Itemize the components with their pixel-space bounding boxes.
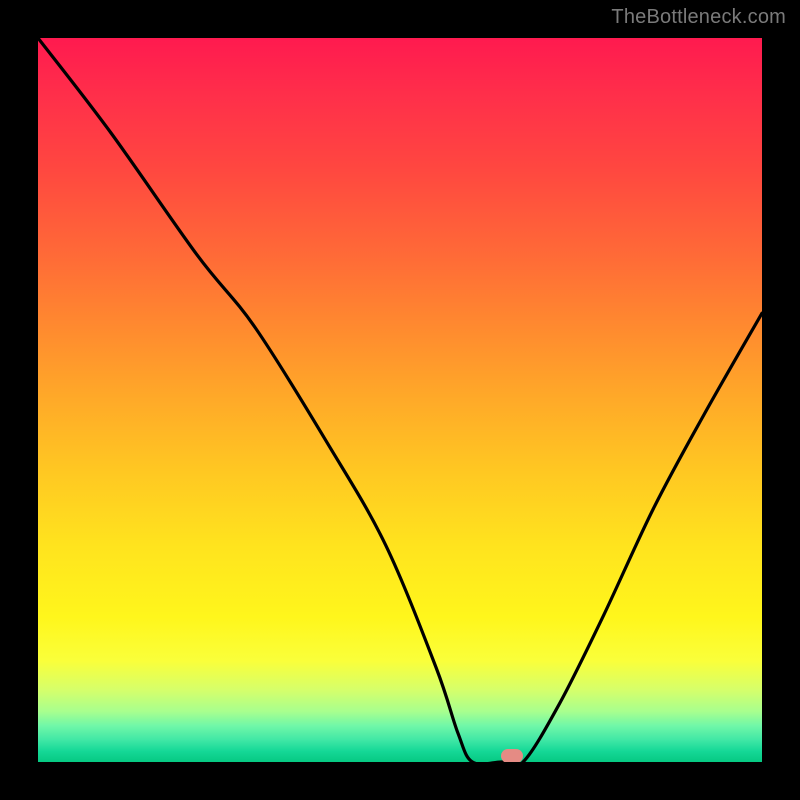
plot-area	[38, 38, 762, 762]
chart-frame: TheBottleneck.com	[0, 0, 800, 800]
bottleneck-curve	[38, 38, 762, 762]
watermark-text: TheBottleneck.com	[611, 6, 786, 29]
optimal-marker	[501, 749, 523, 762]
